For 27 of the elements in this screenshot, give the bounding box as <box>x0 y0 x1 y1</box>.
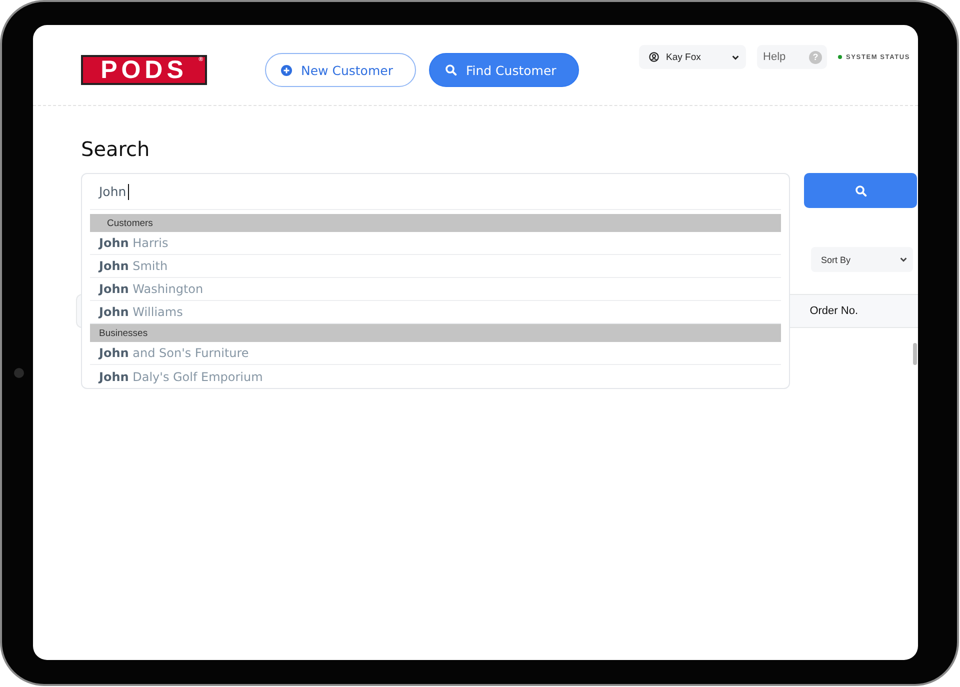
user-menu[interactable]: Kay Fox <box>639 45 746 69</box>
chevron-down-icon <box>731 52 740 62</box>
sort-select[interactable]: Sort By <box>811 247 913 272</box>
group-header: Customers <box>90 214 781 232</box>
logo-text: PODS <box>100 56 188 84</box>
search-icon <box>444 64 457 76</box>
help-icon: ? <box>809 50 822 64</box>
plus-circle-icon <box>281 64 292 76</box>
search-icon <box>854 184 866 196</box>
suggestion-item[interactable]: John Washington <box>90 278 781 301</box>
group-header: Businesses <box>90 324 781 342</box>
user-icon <box>649 52 660 62</box>
suggestion-item[interactable]: John Harris <box>90 232 781 255</box>
camera-lens-icon <box>14 368 24 378</box>
scrollbar[interactable] <box>913 343 917 365</box>
chevron-down-icon <box>899 255 908 264</box>
search-field[interactable]: John <box>90 174 781 210</box>
suggestion-item[interactable]: John Smith <box>90 255 781 278</box>
column-header: Order No. <box>810 305 858 317</box>
find-customer-button[interactable]: Find Customer <box>428 53 580 87</box>
new-customer-button[interactable]: New Customer <box>265 53 416 87</box>
search-button[interactable] <box>804 173 917 208</box>
suggestion-item[interactable]: John and Son's Furniture <box>90 342 781 365</box>
suggestion-item[interactable]: John Daly's Golf Emporium <box>90 365 781 388</box>
status-dot <box>838 55 842 59</box>
search-title: Search <box>81 136 151 162</box>
help-button[interactable]: Help ? <box>757 45 828 69</box>
